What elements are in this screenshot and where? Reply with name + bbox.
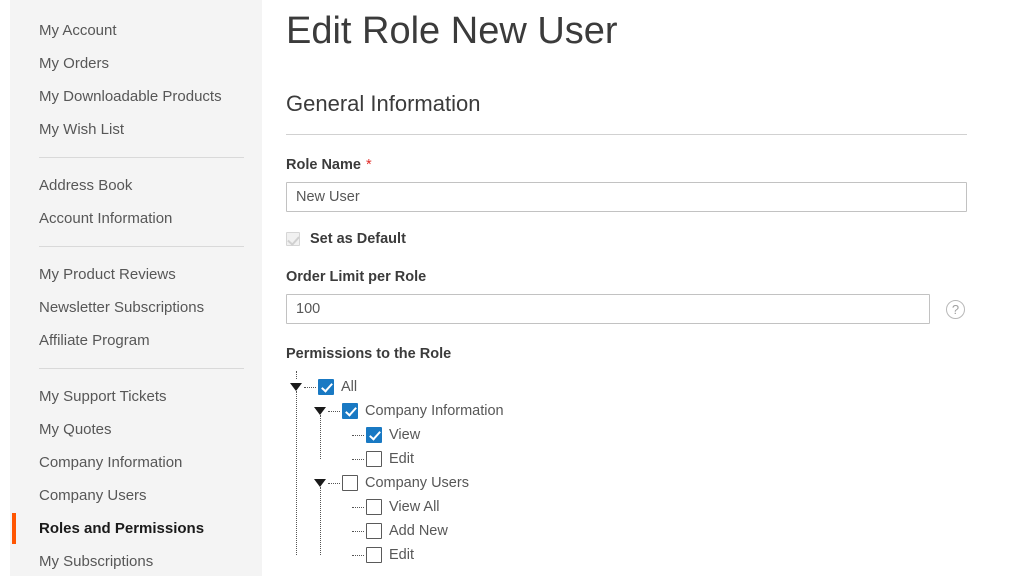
sidebar-item-newsletter-subscriptions[interactable]: Newsletter Subscriptions [10,291,262,324]
sidebar-item-my-support-tickets[interactable]: My Support Tickets [10,380,262,413]
tree-connector-line [304,386,316,388]
sidebar-item-my-quotes[interactable]: My Quotes [10,413,262,446]
sidebar-item-affiliate-program[interactable]: Affiliate Program [10,324,262,357]
permission-checkbox[interactable] [366,427,382,443]
permission-label[interactable]: Edit [389,547,414,563]
nav-divider [39,157,244,158]
tree-connector-line [296,371,297,379]
sidebar-item-my-product-reviews[interactable]: My Product Reviews [10,258,262,291]
tree-row: All [286,375,1028,399]
section-title-general-information: General Information [286,91,481,116]
role-name-label: Role Name * [286,157,1028,173]
role-name-label-text: Role Name [286,157,361,173]
sidebar-item-my-downloadable-products[interactable]: My Downloadable Products [10,80,262,113]
main-content: Edit Role New User General Information R… [286,0,1028,576]
sidebar-item-company-information[interactable]: Company Information [10,446,262,479]
permissions-tree: All Company Information View Edit Company Us… [286,371,1028,567]
tree-connector-line [352,506,364,508]
order-limit-input[interactable] [286,294,930,324]
tree-connector-line [328,482,340,484]
tree-row: Company Information [286,399,1028,423]
tree-connector-line [320,415,321,459]
permission-checkbox[interactable] [342,403,358,419]
page-title: Edit Role New User [286,10,618,52]
tree-connector-line [296,391,297,555]
permission-label[interactable]: View [389,427,420,443]
account-sidebar-nav: My Account My Orders My Downloadable Produ… [10,0,262,576]
tree-row: Edit [286,447,1028,471]
permission-checkbox[interactable] [318,379,334,395]
required-asterisk: * [365,157,372,173]
sidebar-item-address-book[interactable]: Address Book [10,169,262,202]
set-as-default-label: Set as Default [310,231,406,247]
permission-checkbox[interactable] [342,475,358,491]
set-as-default-checkbox [286,232,300,246]
sidebar-item-my-subscriptions[interactable]: My Subscriptions [10,545,262,576]
tree-connector-line [352,458,364,460]
sidebar-item-my-account[interactable]: My Account [10,14,262,47]
nav-group: My Account My Orders My Downloadable Produ… [10,14,262,146]
permissions-label: Permissions to the Role [286,346,452,362]
set-as-default-row: Set as Default [286,231,1028,247]
permission-label[interactable]: Company Users [365,475,469,491]
permission-label[interactable]: Edit [389,451,414,467]
order-limit-label: Order Limit per Role [286,269,427,285]
question-mark-icon[interactable]: ? [946,299,965,319]
sidebar-item-account-information[interactable]: Account Information [10,202,262,235]
tree-connector-line [352,434,364,436]
tree-connector-line [352,554,364,556]
tree-connector-line [320,487,321,555]
sidebar-item-my-orders[interactable]: My Orders [10,47,262,80]
tree-row: Company Users [286,471,1028,495]
permission-label[interactable]: All [341,379,357,395]
tree-row: Edit [286,543,1028,567]
order-limit-row: ? [286,294,1028,324]
tree-connector-line [352,530,364,532]
permission-checkbox[interactable] [366,547,382,563]
section-divider [286,134,967,135]
tree-connector-line [328,410,340,412]
page-root: My Account My Orders My Downloadable Produ… [0,0,1028,576]
nav-group: My Product Reviews Newsletter Subscriptio… [10,258,262,357]
tree-row: View All [286,495,1028,519]
tree-row: View [286,423,1028,447]
nav-group: My Support Tickets My Quotes Company Infor… [10,380,262,576]
permission-checkbox[interactable] [366,451,382,467]
nav-divider [39,246,244,247]
sidebar-item-my-wish-list[interactable]: My Wish List [10,113,262,146]
sidebar-item-company-users[interactable]: Company Users [10,479,262,512]
permission-checkbox[interactable] [366,523,382,539]
sidebar-item-roles-and-permissions[interactable]: Roles and Permissions [10,512,262,545]
permission-checkbox[interactable] [366,499,382,515]
permission-label[interactable]: View All [389,499,440,515]
role-name-input[interactable] [286,182,967,212]
nav-divider [39,368,244,369]
permission-label[interactable]: Add New [389,523,448,539]
nav-group: Address Book Account Information [10,169,262,235]
tree-row: Add New [286,519,1028,543]
permission-label[interactable]: Company Information [365,403,504,419]
